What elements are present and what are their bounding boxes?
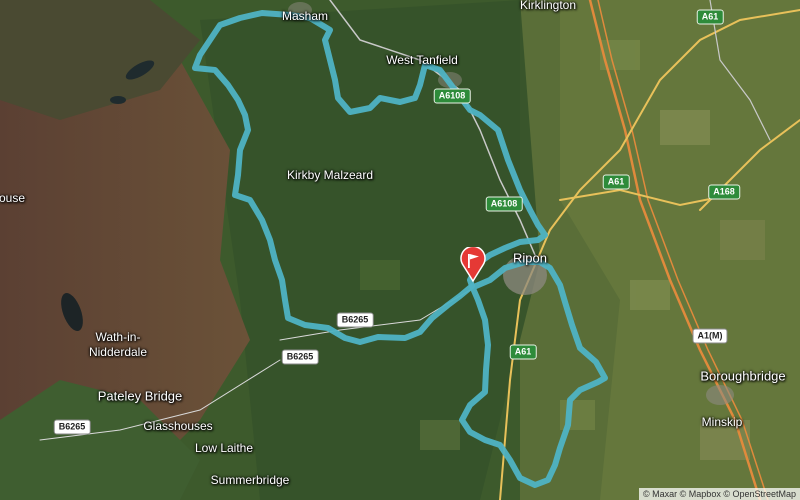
flag-pin-icon[interactable]: [458, 247, 488, 283]
place-masham: Masham: [281, 9, 329, 23]
place-pateley-bridge: Pateley Bridge: [97, 388, 183, 404]
place-kirkby-malzeard: Kirkby Malzeard: [286, 168, 374, 182]
road-shield-b6265: B6265: [53, 419, 91, 435]
place-boroughbridge: Boroughbridge: [700, 368, 786, 384]
place-ouse: ouse: [0, 191, 26, 205]
map-attribution[interactable]: © Maxar © Mapbox © OpenStreetMap: [639, 488, 800, 500]
road-shield-b6265: B6265: [336, 312, 374, 328]
place-glasshouses: Glasshouses: [143, 419, 213, 433]
place-west-tanfield: West Tanfield: [386, 53, 458, 67]
road-shield-a6108: A6108: [433, 88, 471, 104]
place-summerbridge: Summerbridge: [210, 473, 290, 487]
place-minskip: Minskip: [701, 415, 743, 429]
road-shield-a1m: A1(M): [692, 328, 728, 344]
map-view[interactable]: Masham Kirklington West Tanfield Kirkby …: [0, 0, 800, 500]
road-shield-a61: A61: [696, 9, 724, 25]
road-shield-a6108: A6108: [485, 196, 523, 212]
road-shield-a61: A61: [602, 174, 630, 190]
road-shield-a168: A168: [708, 184, 740, 200]
place-kirklington: Kirklington: [519, 0, 577, 12]
satellite-basemap: [0, 0, 800, 500]
place-wath-in-nidderdale: Wath-in- Nidderdale: [88, 330, 148, 359]
place-ripon: Ripon: [513, 250, 547, 266]
road-shield-b6265: B6265: [281, 349, 319, 365]
place-low-laithe: Low Laithe: [194, 441, 254, 455]
road-shield-a61: A61: [509, 344, 537, 360]
